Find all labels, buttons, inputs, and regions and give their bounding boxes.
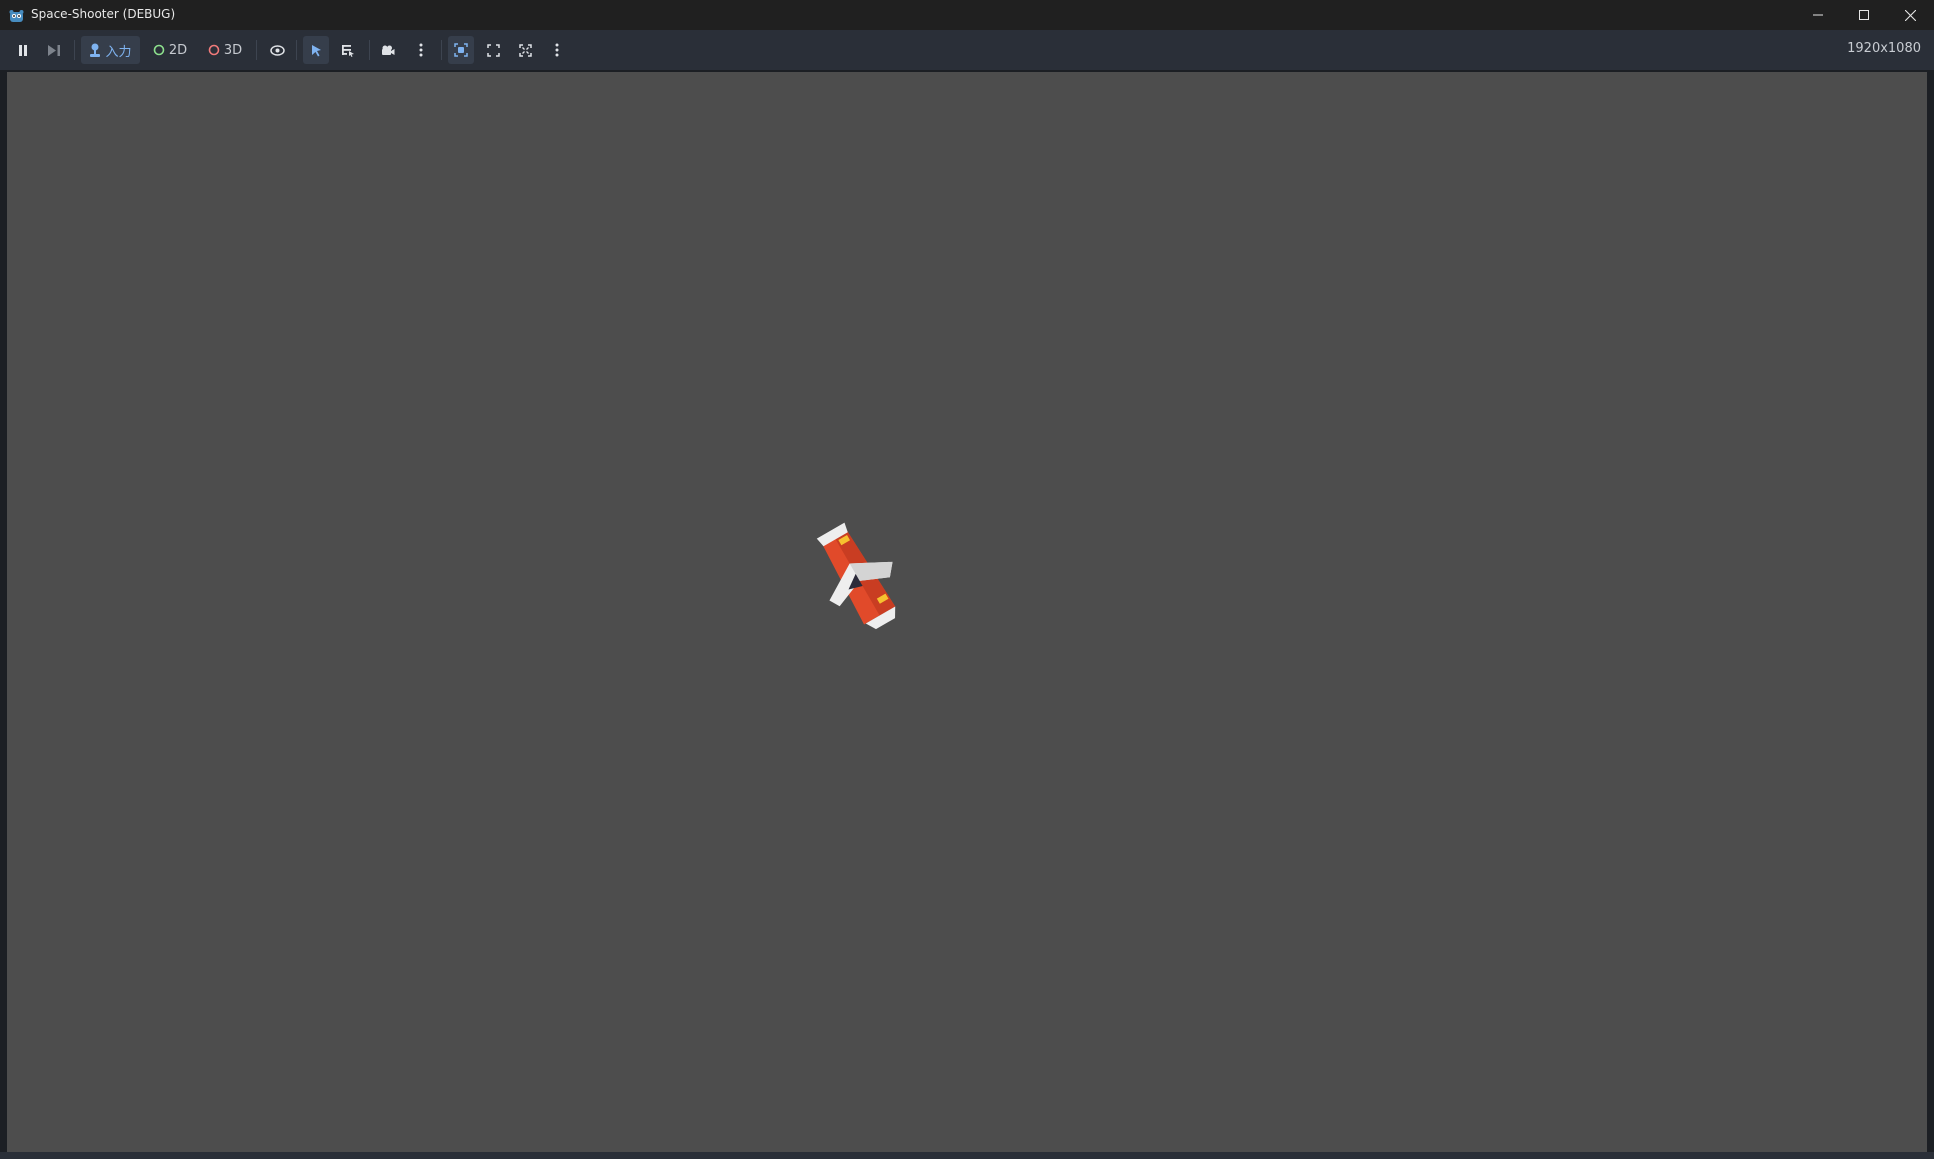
frame-selection-button[interactable] [448, 36, 474, 64]
next-frame-button[interactable] [43, 36, 65, 64]
toolbar-separator [369, 40, 370, 60]
toolbar-separator [296, 40, 297, 60]
minimize-button[interactable] [1795, 0, 1841, 30]
circle-2d-icon [153, 44, 165, 56]
input-label: 入力 [105, 44, 132, 60]
visibility-button[interactable] [265, 36, 289, 64]
maximize-icon [1859, 10, 1869, 20]
frame-selection-icon [454, 43, 468, 57]
next-frame-icon [47, 44, 60, 56]
toolbar-separator [74, 40, 75, 60]
fit-icon [518, 43, 532, 57]
more-options-button-2[interactable] [545, 36, 569, 64]
close-icon [1904, 9, 1916, 21]
debug-toolbar: 入力 2D 3D 1920x1080 [0, 30, 1934, 70]
more-options-button[interactable] [409, 36, 433, 64]
fullscreen-button[interactable] [481, 36, 505, 64]
kebab-menu-icon [555, 43, 559, 57]
joystick-icon [90, 43, 101, 57]
list-select-button[interactable] [336, 36, 360, 64]
cursor-icon [311, 44, 321, 56]
select-button[interactable] [303, 36, 329, 64]
window-bottom-border [0, 1152, 1934, 1159]
list-select-icon [342, 44, 354, 57]
toolbar-separator [256, 40, 257, 60]
window-title: Space-Shooter (DEBUG) [31, 7, 176, 21]
pause-icon [19, 44, 27, 56]
pause-button[interactable] [12, 36, 34, 64]
kebab-menu-icon [419, 43, 423, 57]
circle-3d-icon [208, 44, 220, 56]
input-toggle-button[interactable]: 入力 [81, 36, 140, 64]
mode-3d-button[interactable]: 3D [202, 36, 248, 64]
game-window: Space-Shooter (DEBUG) 入力 2D 3D 1920x1080 [0, 0, 1934, 1159]
camera-button[interactable] [376, 36, 400, 64]
spaceship-sprite [816, 522, 896, 630]
maximize-button[interactable] [1841, 0, 1887, 30]
expand-icon [486, 43, 500, 57]
toolbar-separator [441, 40, 442, 60]
close-button[interactable] [1887, 0, 1933, 30]
camera-icon [382, 45, 395, 55]
minimize-icon [1813, 14, 1823, 16]
eye-icon [269, 44, 285, 56]
mode-2d-label: 2D [168, 42, 188, 58]
game-viewport[interactable] [7, 72, 1927, 1152]
godot-icon [9, 8, 24, 22]
resolution-label: 1920x1080 [1847, 41, 1921, 56]
title-bar[interactable]: Space-Shooter (DEBUG) [0, 0, 1934, 30]
mode-3d-label: 3D [223, 42, 243, 58]
mode-2d-button[interactable]: 2D [147, 36, 193, 64]
fit-view-button[interactable] [513, 36, 537, 64]
